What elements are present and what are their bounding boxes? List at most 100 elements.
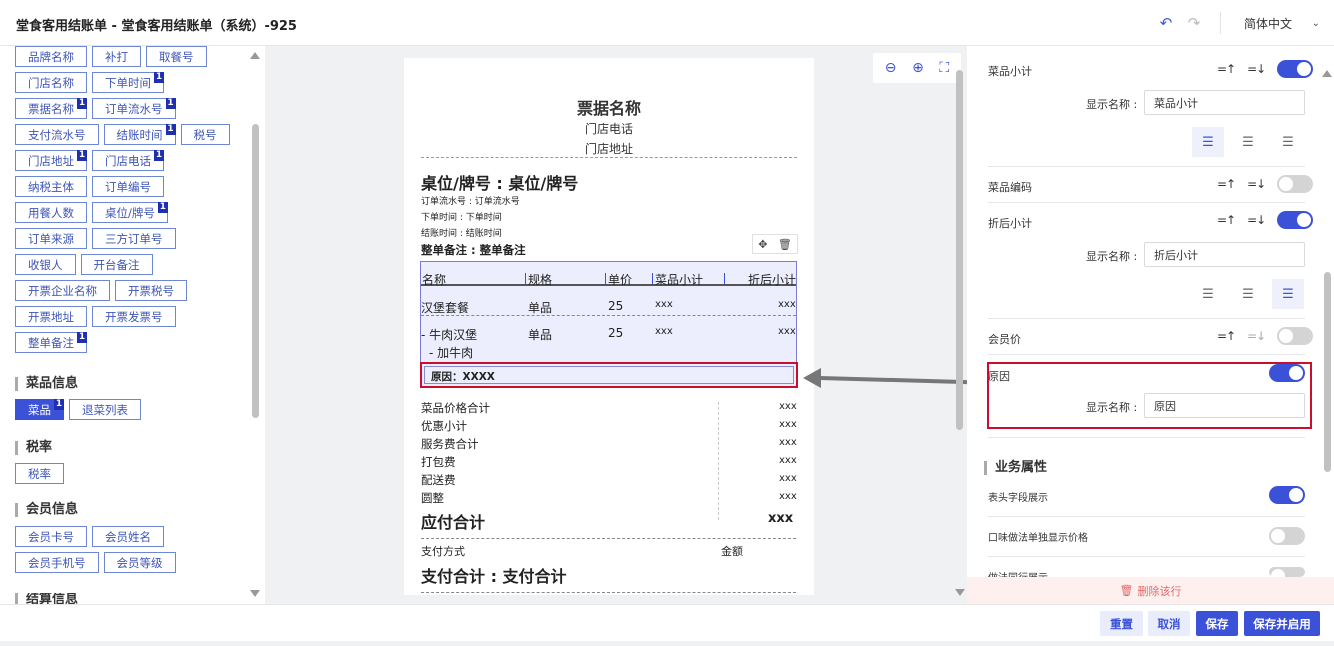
field-chip[interactable]: 税率	[15, 463, 64, 484]
reset-button[interactable]: 重置	[1100, 611, 1143, 636]
field-chip[interactable]: 开票发票号	[92, 306, 176, 327]
total-value[interactable]: xxx	[779, 491, 797, 502]
amount-label[interactable]: 金额	[721, 543, 743, 559]
field-chip[interactable]: 三方订单号	[92, 228, 176, 249]
save-button[interactable]: 保存	[1196, 611, 1238, 636]
canvas-scrollbar[interactable]	[956, 70, 963, 430]
field-chip[interactable]: 结账时间 1	[103, 124, 176, 145]
total-label[interactable]: 配送费	[421, 472, 456, 488]
total-label[interactable]: 优惠小计	[421, 418, 467, 434]
move-icon[interactable]: ✥	[758, 238, 767, 251]
total-label[interactable]: 打包费	[421, 454, 456, 470]
discount-subtotal-toggle[interactable]	[1277, 211, 1314, 229]
field-chip[interactable]: 门店电话 1	[92, 150, 164, 171]
sort-down-icon[interactable]: =↓	[1247, 329, 1266, 343]
total-value[interactable]: xxx	[779, 437, 797, 448]
dish-code-toggle[interactable]	[1277, 175, 1314, 193]
field-chip[interactable]: 整单备注 1	[15, 332, 87, 353]
align-center-icon[interactable]: ☰	[1232, 127, 1264, 157]
scroll-up-icon[interactable]	[1322, 70, 1332, 77]
sort-up-icon[interactable]: =↑	[1217, 213, 1236, 227]
align-right-icon[interactable]: ☰	[1272, 279, 1304, 309]
field-chip[interactable]: 订单流水号 1	[92, 98, 176, 119]
field-chip[interactable]: 开票企业名称	[15, 280, 110, 301]
field-chip[interactable]: 支付流水号	[15, 124, 99, 145]
fit-screen-icon[interactable]: ⛶	[939, 60, 949, 76]
field-chip[interactable]: 门店地址 1	[15, 150, 87, 171]
field-chip[interactable]: 门店名称	[15, 72, 87, 93]
total-value[interactable]: xxx	[779, 455, 797, 466]
receipt-table-no[interactable]: 桌位/牌号 : 桌位/牌号	[421, 170, 578, 194]
discount-subtotal-name-input[interactable]: 折后小计	[1144, 242, 1305, 267]
receipt-address[interactable]: 门店地址	[404, 140, 814, 157]
pay-method-label[interactable]: 支付方式	[421, 543, 465, 559]
field-chip[interactable]: 税号	[180, 124, 230, 145]
field-chip[interactable]: 取餐号	[146, 46, 207, 67]
language-select[interactable]: 简体中文 ⌄	[1234, 11, 1324, 35]
trash-icon[interactable]: 🗑	[778, 238, 792, 251]
left-scrollbar[interactable]	[252, 124, 259, 418]
payable-value[interactable]: xxx	[768, 511, 793, 526]
total-label[interactable]: 菜品价格合计	[421, 400, 490, 416]
total-label[interactable]: 圆整	[421, 490, 444, 506]
sort-down-icon[interactable]: =↓	[1247, 213, 1266, 227]
field-member-name[interactable]: 会员姓名	[92, 526, 164, 547]
align-left-icon[interactable]: ☰	[1192, 279, 1224, 309]
field-chip[interactable]: 收银人	[15, 254, 76, 275]
cut-row-toggle[interactable]	[1269, 567, 1305, 583]
align-right-icon[interactable]: ☰	[1272, 127, 1304, 157]
redo-icon[interactable]: ↷	[1183, 12, 1205, 34]
field-chip[interactable]: 开台备注	[80, 254, 153, 275]
save-enable-button[interactable]: 保存并启用	[1244, 611, 1320, 636]
paid-total[interactable]: 支付合计 : 支付合计	[421, 563, 567, 587]
member-price-toggle[interactable]	[1277, 327, 1314, 345]
dish-subtotal-toggle[interactable]	[1277, 60, 1314, 78]
field-chip[interactable]: 订单来源	[15, 228, 87, 249]
sort-up-icon[interactable]: =↑	[1217, 177, 1236, 191]
flavor-toggle[interactable]	[1269, 527, 1305, 545]
receipt-title[interactable]: 票据名称	[404, 95, 814, 119]
sort-up-icon[interactable]: =↑	[1217, 62, 1236, 76]
field-chip[interactable]: 开票地址	[15, 306, 87, 327]
field-member-card[interactable]: 会员卡号	[15, 526, 87, 547]
receipt-serial[interactable]: 订单流水号 : 订单流水号	[421, 194, 520, 207]
field-chip[interactable]: 订单编号	[92, 176, 164, 197]
delete-row-button[interactable]: 🗑 删除该行	[967, 577, 1334, 604]
field-chip[interactable]: 纳税主体	[15, 176, 87, 197]
field-member-phone[interactable]: 会员手机号	[15, 552, 99, 573]
sort-up-icon[interactable]: =↑	[1217, 329, 1236, 343]
undo-icon[interactable]: ↶	[1155, 12, 1177, 34]
field-chip[interactable]: 用餐人数	[15, 202, 87, 223]
payable-label[interactable]: 应付合计	[421, 509, 485, 533]
cancel-button[interactable]: 取消	[1148, 611, 1190, 636]
scroll-down-icon[interactable]	[250, 590, 260, 597]
field-chip[interactable]: 票据名称 1	[15, 98, 87, 119]
receipt-remark[interactable]: 整单备注 : 整单备注	[421, 242, 526, 258]
scroll-up-icon[interactable]	[250, 52, 260, 59]
field-chip[interactable]: 品牌名称	[15, 46, 87, 67]
total-value[interactable]: xxx	[779, 401, 797, 412]
field-chip[interactable]: 下单时间 1	[92, 72, 164, 93]
field-chip[interactable]: 退菜列表	[69, 399, 141, 420]
receipt-order-time[interactable]: 下单时间 : 下单时间	[421, 210, 502, 223]
right-scrollbar[interactable]	[1324, 272, 1331, 472]
sort-down-icon[interactable]: =↓	[1247, 177, 1266, 191]
align-left-icon[interactable]: ☰	[1192, 127, 1224, 157]
field-member-level[interactable]: 会员等级	[103, 552, 176, 573]
receipt-pay-time[interactable]: 结账时间 : 结账时间	[421, 226, 502, 239]
zoom-out-icon[interactable]: ⊖	[885, 60, 897, 76]
zoom-in-icon[interactable]: ⊕	[912, 60, 924, 76]
sort-down-icon[interactable]: =↓	[1247, 62, 1266, 76]
total-value[interactable]: xxx	[779, 473, 797, 484]
field-chip[interactable]: 桌位/牌号 1	[92, 202, 168, 223]
align-center-icon[interactable]: ☰	[1232, 279, 1264, 309]
total-label[interactable]: 服务费合计	[421, 436, 479, 452]
field-chip[interactable]: 补打	[92, 46, 141, 67]
dish-subtotal-name-input[interactable]: 菜品小计	[1144, 90, 1305, 115]
field-chip[interactable]: 开票税号	[115, 280, 187, 301]
header-field-toggle[interactable]	[1269, 486, 1305, 504]
receipt-phone[interactable]: 门店电话	[404, 120, 814, 137]
scroll-down-icon[interactable]	[955, 589, 965, 596]
field-chip[interactable]: 菜品 1	[15, 399, 64, 420]
total-value[interactable]: xxx	[779, 419, 797, 430]
